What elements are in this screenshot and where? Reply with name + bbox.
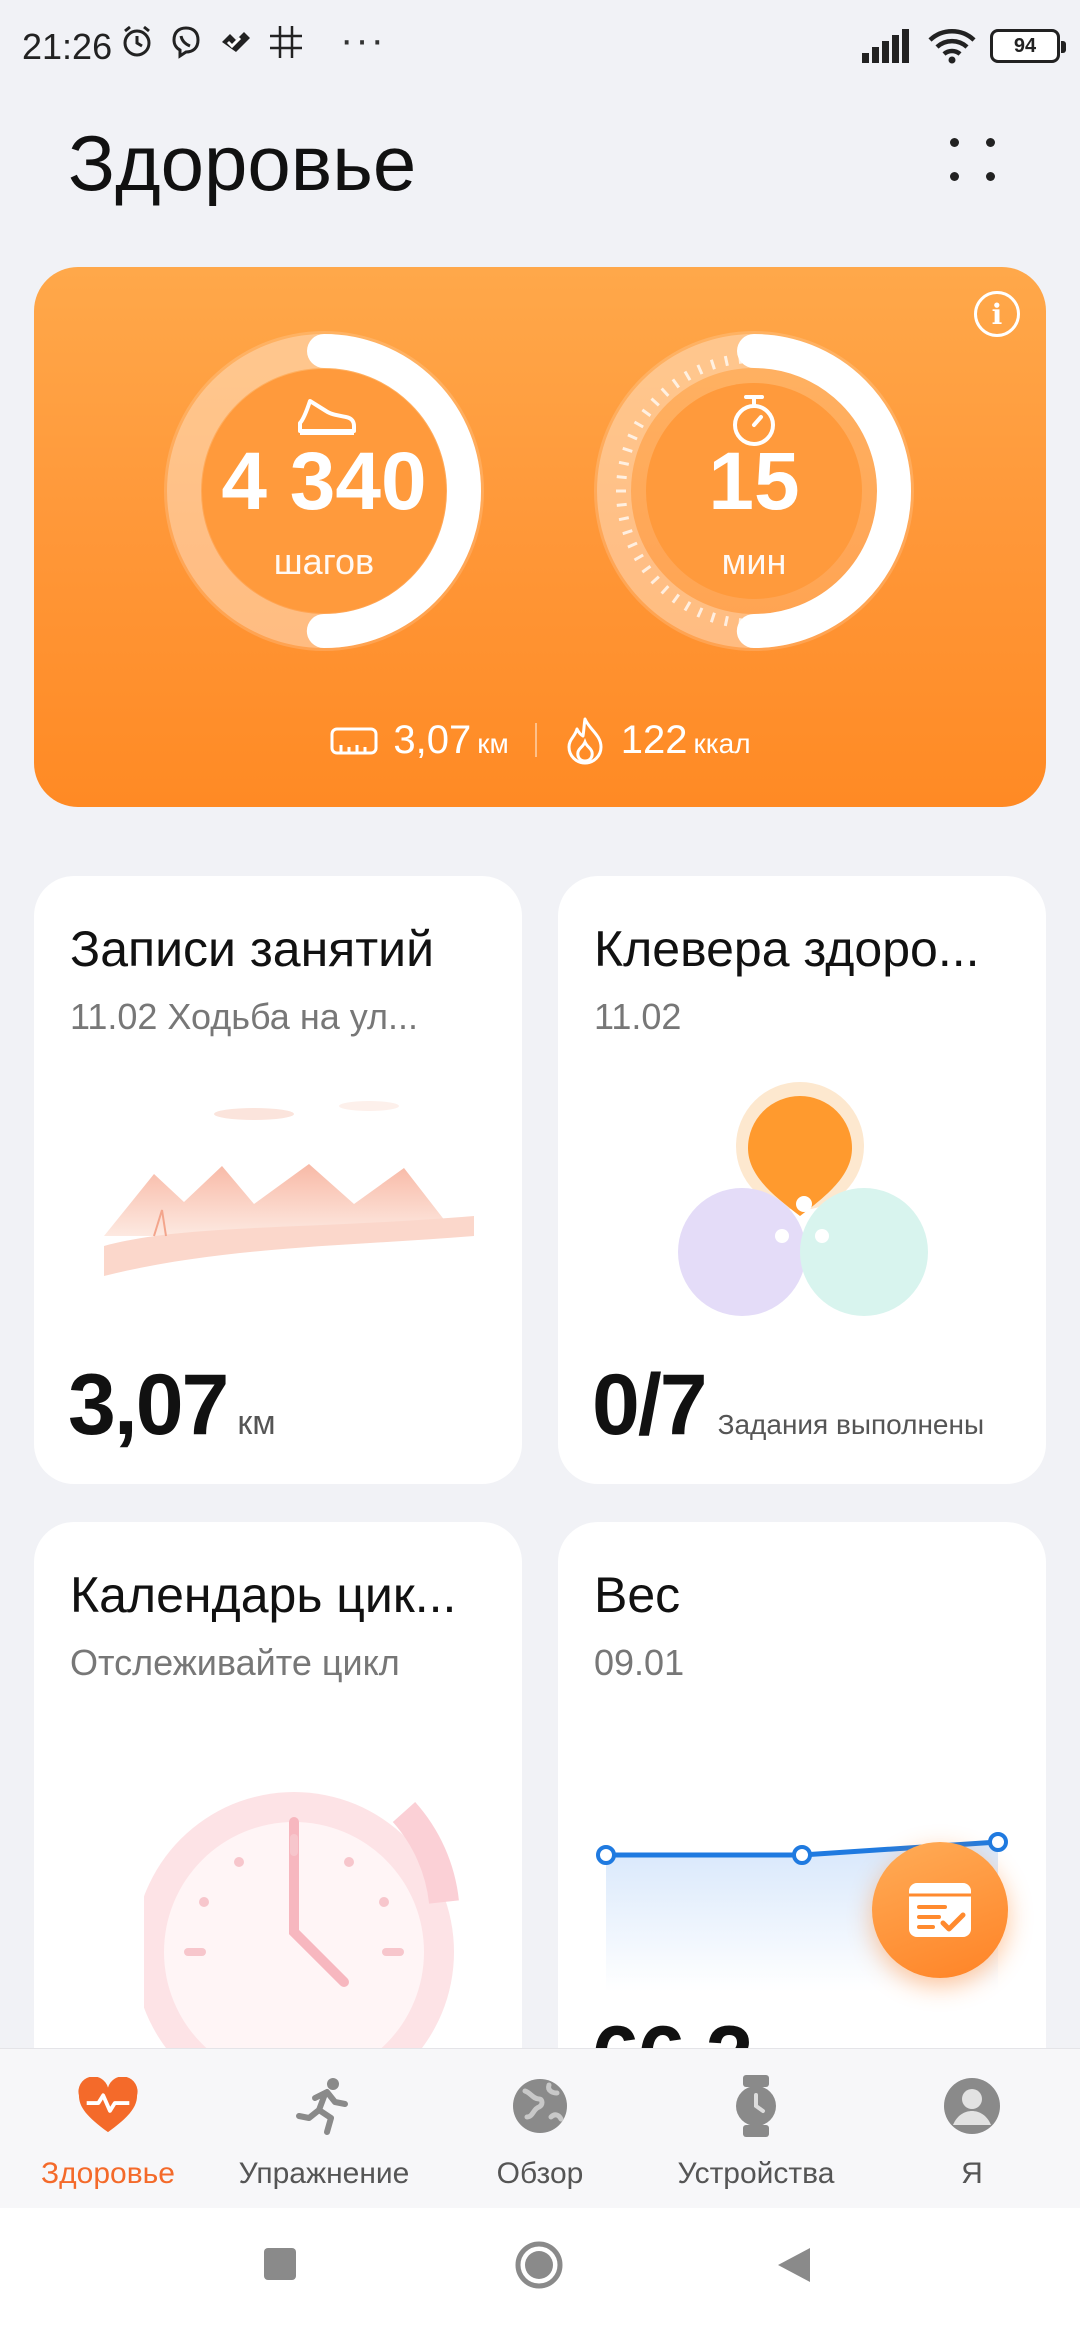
nav-label: Обзор	[496, 2157, 584, 2190]
nav-label: Я	[961, 2157, 983, 2190]
calories-value: 122	[620, 717, 688, 762]
status-time: 21:26	[22, 26, 113, 67]
weight-value: 66,2	[592, 2008, 753, 2048]
workout-records-subtitle: 11.02 Ходьба на ул...	[70, 996, 418, 1037]
clock-illustration	[144, 1792, 459, 2048]
health-clover-subtitle: 11.02	[594, 996, 682, 1037]
bottom-navigation: Здоровье Упражнение Обзор Устройства Я	[0, 2048, 1080, 2208]
workout-records-title: Записи занятий	[70, 921, 435, 977]
status-bar: 21:26 ··· 94	[0, 0, 1080, 100]
notebook-check-icon	[909, 1883, 971, 1937]
weight-point	[988, 1832, 1008, 1852]
home-button[interactable]	[514, 2240, 564, 2295]
system-navigation-bar	[0, 2208, 1080, 2340]
weight-subtitle: 09.01	[594, 1642, 685, 1683]
minute-tick	[723, 615, 729, 627]
nav-label: Устройства	[677, 2157, 835, 2190]
minute-tick	[723, 355, 729, 367]
weight-point	[596, 1845, 616, 1865]
minutes-value: 15	[708, 436, 800, 527]
mountains-illustration	[104, 1101, 474, 1276]
flame-icon	[567, 717, 603, 765]
activity-stats-row: 3,07 км 122 ккал	[34, 715, 1046, 765]
recents-button[interactable]	[262, 2246, 298, 2287]
globe-icon	[509, 2075, 571, 2137]
circle-icon	[515, 2241, 563, 2289]
distance-stat: 3,07 км	[329, 717, 509, 763]
grid-notification-icon	[270, 26, 302, 58]
activity-rings-card[interactable]: i 4 340 шагов 15 мин 3,07 км 122 ккал	[34, 267, 1046, 807]
workout-distance: 3,07 км	[68, 1356, 276, 1455]
wifi-icon	[928, 29, 976, 64]
back-button[interactable]	[776, 2246, 812, 2289]
viber-icon	[172, 26, 200, 59]
health-clover-title: Клевера здоро...	[594, 921, 980, 977]
clover-purple-leaf	[678, 1188, 806, 1316]
stats-divider	[534, 723, 537, 757]
triangle-back-icon	[778, 2248, 810, 2282]
minutes-unit: мин	[721, 541, 787, 582]
distance-unit: км	[477, 727, 509, 759]
signal-icon	[862, 29, 909, 63]
minute-tick	[738, 618, 743, 629]
clover-progress-note: Задания выполнены	[717, 1409, 985, 1440]
steps-value: 4 340	[221, 436, 427, 527]
nav-tab-exercise[interactable]: Упражнение	[216, 2049, 432, 2208]
workout-distance-unit: км	[237, 1404, 276, 1442]
nav-label: Здоровье	[41, 2157, 175, 2190]
calories-stat: 122 ккал	[563, 715, 751, 765]
battery-level: 94	[1013, 34, 1037, 57]
more-notifications-icon: ···	[340, 18, 386, 62]
minute-tick	[738, 353, 743, 364]
weight-title: Вес	[594, 1567, 681, 1623]
nav-tab-health[interactable]: Здоровье	[0, 2049, 216, 2208]
running-icon	[293, 2075, 355, 2137]
clover-illustration	[678, 1082, 928, 1316]
health-clover-card[interactable]: Клевера здоро... 11.02 0/7 Задания выполн…	[558, 876, 1046, 1484]
calories-unit: ккал	[693, 727, 751, 759]
distance-value: 3,07	[393, 717, 472, 762]
health-app-icon	[222, 32, 250, 52]
clover-progress: 0/7 Задания выполнены	[592, 1356, 984, 1455]
workout-records-card[interactable]: Записи занятий 11.02 Ходьба на ул... 3,0…	[34, 876, 522, 1484]
workout-distance-value: 3,07	[68, 1357, 229, 1453]
notification-icons	[120, 24, 304, 60]
heart-pulse-icon	[77, 2075, 139, 2137]
clover-teal-leaf	[800, 1188, 928, 1316]
watch-icon	[725, 2075, 787, 2137]
cycle-calendar-card[interactable]: Календарь цик... Отслеживайте цикл	[34, 1522, 522, 2048]
nav-label: Упражнение	[238, 2157, 410, 2190]
square-icon	[264, 2248, 296, 2280]
cycle-calendar-title: Календарь цик...	[70, 1567, 457, 1623]
nav-tab-devices[interactable]: Устройства	[648, 2049, 864, 2208]
battery-icon: 94	[990, 29, 1066, 63]
ruler-icon	[330, 727, 378, 755]
weight-point	[792, 1845, 812, 1865]
edit-cards-button[interactable]	[944, 130, 1004, 190]
nav-tab-profile[interactable]: Я	[864, 2049, 1080, 2208]
cycle-calendar-subtitle: Отслеживайте цикл	[70, 1642, 400, 1683]
alarm-icon	[123, 25, 151, 57]
page-title: Здоровье	[68, 119, 417, 207]
record-entry-button[interactable]	[872, 1842, 1008, 1978]
steps-unit: шагов	[273, 541, 375, 582]
nav-tab-overview[interactable]: Обзор	[432, 2049, 648, 2208]
clover-progress-value: 0/7	[592, 1357, 708, 1453]
profile-icon	[941, 2075, 1003, 2137]
